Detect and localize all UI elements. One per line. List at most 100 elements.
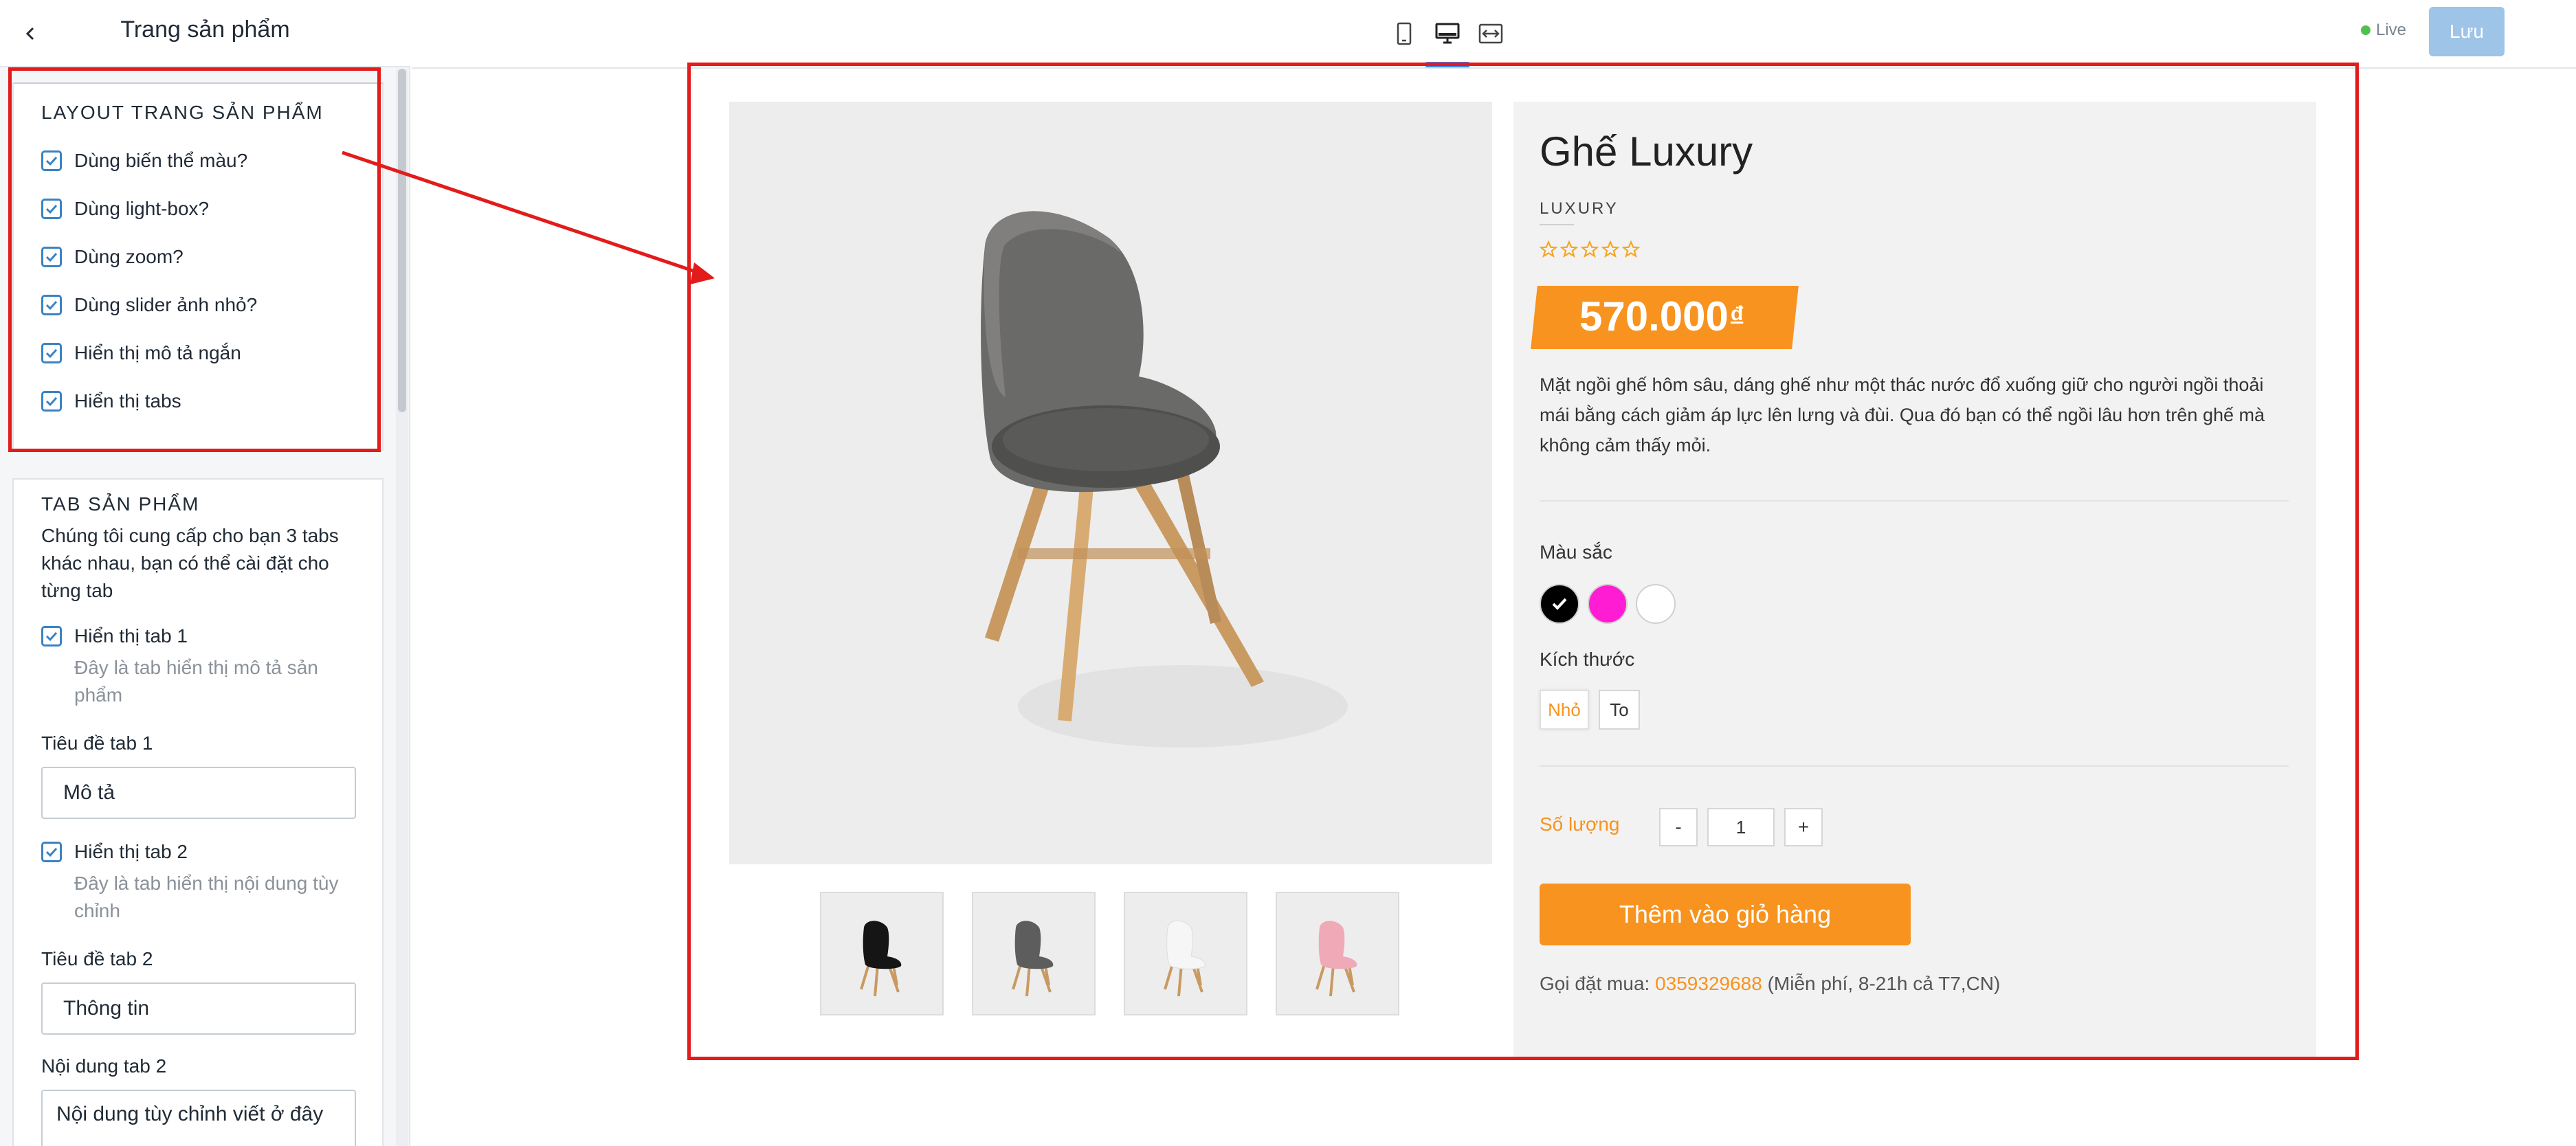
thumbnail-black-chair[interactable] <box>820 892 944 1015</box>
option-label: Hiển thị tab 2 <box>74 841 188 862</box>
option-color-variant[interactable]: Dùng biến thể màu? <box>41 147 247 175</box>
check-icon <box>45 252 58 262</box>
star-icon <box>1581 240 1599 258</box>
product-short-description: Mặt ngồi ghế hôm sâu, dáng ghế như một t… <box>1540 374 2265 456</box>
layout-card-title: LAYOUT TRANG SẢN PHẨM <box>41 102 324 123</box>
tab-2-help: Đây là tab hiển thị nội dung tùy chỉnh <box>74 873 339 921</box>
tab-1-help: Đây là tab hiển thị mô tả sản phẩm <box>74 657 318 706</box>
option-lightbox[interactable]: Dùng light-box? <box>41 195 209 223</box>
check-icon <box>45 847 58 857</box>
tab-settings-card: TAB SẢN PHẨM Chúng tôi cung cấp cho bạn … <box>12 478 384 1146</box>
thumbnail-gray-chair[interactable] <box>972 892 1096 1015</box>
option-label: Dùng biến thể màu? <box>74 150 248 171</box>
option-thumb-slider[interactable]: Dùng slider ảnh nhỏ? <box>41 291 257 319</box>
check-icon <box>1552 598 1567 610</box>
tab-2-title-label: Tiêu đề tab 2 <box>41 948 153 969</box>
color-swatch-black[interactable] <box>1540 584 1579 624</box>
scrollbar-thumb[interactable] <box>398 69 406 412</box>
call-suffix: (Miễn phí, 8-21h cả T7,CN) <box>1767 973 2001 994</box>
checkbox[interactable] <box>41 199 62 219</box>
pink-chair-thumbnail <box>1315 921 1357 997</box>
checkbox[interactable] <box>41 343 62 363</box>
color-swatch-white[interactable] <box>1636 584 1676 624</box>
sidebar-scrollbar[interactable] <box>396 69 408 1146</box>
quantity-input[interactable] <box>1707 808 1775 846</box>
check-icon <box>45 300 58 311</box>
star-icon <box>1560 240 1578 258</box>
star-icon <box>1622 240 1640 258</box>
tab-1-title-input[interactable] <box>41 767 356 819</box>
settings-sidebar: Trang sản phẩm LAYOUT TRANG SẢN PHẨM Dùn… <box>0 0 410 1146</box>
checkbox[interactable] <box>41 150 62 171</box>
fullwidth-view-button[interactable] <box>1475 18 1507 49</box>
tab-2-content-label: Nội dung tab 2 <box>41 1055 167 1077</box>
active-device-indicator <box>1425 62 1469 67</box>
option-label: Dùng zoom? <box>74 246 184 267</box>
live-status: Live <box>2361 21 2406 40</box>
mobile-view-button[interactable] <box>1388 18 1420 49</box>
gray-chair-image <box>981 211 1348 748</box>
checkbox[interactable] <box>41 626 62 647</box>
tab-card-description: Chúng tôi cung cấp cho bạn 3 tabs khác n… <box>41 525 339 601</box>
live-label: Live <box>2376 21 2407 39</box>
call-phone-link[interactable]: 0359329688 <box>1655 973 1762 994</box>
star-icon <box>1540 240 1557 258</box>
option-label: Hiển thị tabs <box>74 390 181 412</box>
save-button[interactable]: Lưu <box>2429 7 2505 56</box>
price-currency: đ <box>1731 302 1744 325</box>
check-icon <box>45 631 58 642</box>
check-icon <box>45 348 58 359</box>
product-price: 570.000 <box>1579 293 1729 339</box>
divider <box>1540 765 2289 767</box>
desktop-view-button[interactable] <box>1432 18 1463 49</box>
star-icon <box>1601 240 1619 258</box>
fullwidth-icon <box>1478 23 1503 44</box>
checkbox[interactable] <box>41 842 62 862</box>
check-icon <box>45 156 58 166</box>
tab-2-content-textarea[interactable]: Nội dung tùy chỉnh viết ở đây <box>41 1090 356 1146</box>
product-brand: LUXURY <box>1540 199 1619 218</box>
option-label: Dùng light-box? <box>74 198 210 219</box>
option-short-description[interactable]: Hiển thị mô tả ngắn <box>41 339 241 367</box>
size-option-large[interactable]: To <box>1599 690 1640 730</box>
toggle-tab-2[interactable]: Hiển thị tab 2 <box>41 838 188 866</box>
color-swatch-magenta[interactable] <box>1588 584 1628 624</box>
checkbox[interactable] <box>41 295 62 315</box>
option-label: Dùng slider ảnh nhỏ? <box>74 294 258 315</box>
option-label: Hiển thị tab 1 <box>74 625 188 647</box>
color-label: Màu sắc <box>1540 541 1612 563</box>
brand-underline <box>1540 224 1574 225</box>
live-dot-icon <box>2361 25 2370 35</box>
sidebar-header: Trang sản phẩm <box>0 0 410 67</box>
add-to-cart-button[interactable]: Thêm vào giỏ hàng <box>1540 884 1911 945</box>
editor-topbar: Live Lưu <box>412 0 2576 69</box>
option-zoom[interactable]: Dùng zoom? <box>41 243 184 271</box>
mobile-icon <box>1397 22 1412 45</box>
tab-2-title-input[interactable] <box>41 982 356 1035</box>
quantity-decrement-button[interactable]: - <box>1659 808 1698 846</box>
checkbox[interactable] <box>41 391 62 412</box>
option-label: Hiển thị mô tả ngắn <box>74 342 241 363</box>
product-main-image[interactable] <box>729 102 1492 864</box>
size-label: Kích thước <box>1540 649 1635 670</box>
toggle-tab-1[interactable]: Hiển thị tab 1 <box>41 622 188 650</box>
call-to-order: Gọi đặt mua: 0359329688 (Miễn phí, 8-21h… <box>1540 973 2000 995</box>
tab-card-title: TAB SẢN PHẨM <box>41 493 200 515</box>
thumbnail-pink-chair[interactable] <box>1276 892 1399 1015</box>
gray-chair-thumbnail <box>1012 921 1054 997</box>
check-icon <box>45 204 58 214</box>
white-chair-thumbnail <box>1164 920 1206 997</box>
sidebar-title: Trang sản phẩm <box>120 16 290 43</box>
tab-1-title-label: Tiêu đề tab 1 <box>41 732 153 754</box>
quantity-increment-button[interactable]: + <box>1784 808 1823 846</box>
option-show-tabs[interactable]: Hiển thị tabs <box>41 387 181 415</box>
product-title: Ghế Luxury <box>1540 128 1753 175</box>
layout-settings-card: LAYOUT TRANG SẢN PHẨM Dùng biến thể màu?… <box>12 82 384 451</box>
quantity-label: Số lượng <box>1540 813 1620 835</box>
checkbox[interactable] <box>41 247 62 267</box>
rating-stars[interactable] <box>1540 240 1640 258</box>
thumbnail-white-chair[interactable] <box>1124 892 1247 1015</box>
desktop-icon <box>1435 23 1460 44</box>
check-icon <box>45 396 58 407</box>
size-option-small[interactable]: Nhỏ <box>1540 690 1589 730</box>
